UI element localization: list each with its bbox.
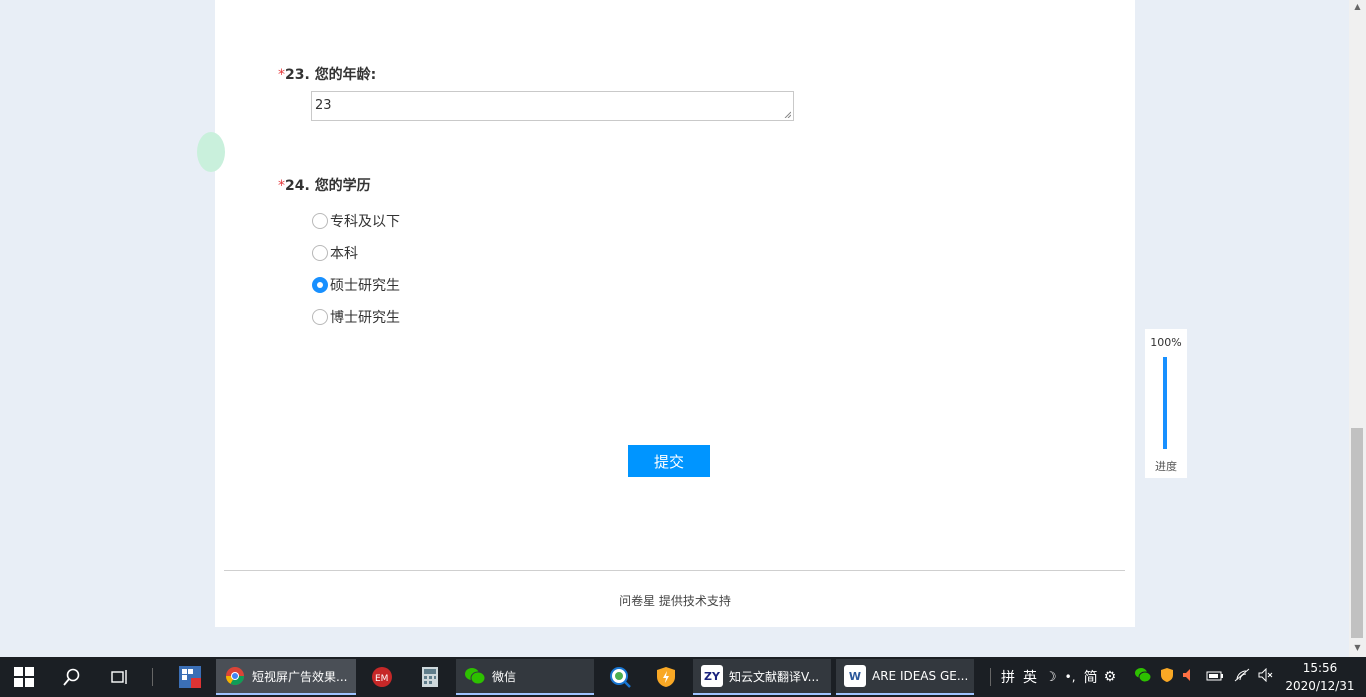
age-answer-field[interactable]: 23 [311,91,794,121]
windows-start-icon[interactable] [10,657,38,697]
clock-date: 2020/12/31 [1285,679,1355,693]
ime-language-indicator[interactable]: 英 [1023,667,1037,687]
question-24-title: *24. 您的学历 [278,175,371,195]
submit-button[interactable]: 提交 [628,445,710,477]
radio-button[interactable] [312,309,328,325]
floating-helper-bubble[interactable] [197,132,225,172]
radio-button-selected[interactable] [312,277,328,293]
resize-grip-icon[interactable] [784,111,791,118]
question-text: 您的学历 [314,178,371,194]
speaker-muted-icon[interactable] [1258,667,1274,686]
chrome-icon [224,665,246,687]
question-23-title: *23. 您的年龄: [278,64,376,84]
taskbar-app-label: ARE IDEAS GE... [872,669,969,683]
calculator-icon[interactable] [414,657,446,697]
gear-icon[interactable]: ⚙ [1104,669,1117,685]
battery-icon[interactable] [1206,669,1224,685]
shield-icon[interactable] [650,657,682,697]
zhiyun-icon: ZY [701,665,723,687]
volume-icon[interactable] [1182,668,1196,686]
wechat-tray-icon[interactable] [1134,667,1152,687]
progress-panel: 100% 进度 [1145,329,1187,478]
taskbar-app-label: 微信 [492,669,517,684]
page-scrollbar[interactable]: ▲ ▼ [1349,0,1366,657]
taskbar-app-label: 短视屏广告效果... [252,669,348,684]
footer-credit: 问卷星 提供技术支持 [619,594,731,608]
footer-divider [224,570,1125,571]
punctuation-icon[interactable]: •, [1065,670,1076,684]
magnifier-app-icon[interactable] [604,657,636,697]
education-option[interactable]: 专科及以下 [312,205,400,237]
progress-label: 进度 [1155,460,1177,473]
progress-percent: 100% [1150,336,1182,349]
search-icon[interactable] [58,657,86,697]
option-label: 本科 [330,246,358,262]
wifi-icon[interactable] [1234,668,1250,686]
required-mark: * [278,178,285,194]
calendar-app-icon[interactable] [174,657,206,697]
taskbar-divider [150,657,154,697]
question-number: 23. [285,67,310,83]
progress-track [1163,357,1167,449]
scrollbar-thumb[interactable] [1351,428,1363,638]
scroll-down-icon[interactable]: ▼ [1349,643,1366,652]
age-answer-value: 23 [315,98,332,113]
scroll-up-icon[interactable]: ▲ [1349,2,1366,11]
radio-button[interactable] [312,245,328,261]
education-option[interactable]: 本科 [312,237,400,269]
system-tray: 拼 英 ☽ •, 简 ⚙ [990,657,1274,697]
option-label: 硕士研究生 [330,278,400,294]
word-icon: W [844,665,866,687]
option-label: 专科及以下 [330,214,400,230]
taskbar-app-zhiyun[interactable]: ZY 知云文献翻译V... [693,659,831,695]
education-option[interactable]: 硕士研究生 [312,269,400,301]
security-tray-icon[interactable] [1160,667,1174,687]
tray-divider [990,668,991,686]
radio-button[interactable] [312,213,328,229]
wechat-icon [464,665,486,687]
option-label: 博士研究生 [330,310,400,326]
taskbar-app-wechat[interactable]: 微信 [456,659,594,695]
moon-icon[interactable]: ☽ [1045,670,1057,685]
education-options: 专科及以下 本科 硕士研究生 博士研究生 [312,205,400,333]
em-app-icon[interactable]: EM [366,657,398,697]
required-mark: * [278,67,285,83]
task-view-icon[interactable] [106,657,134,697]
svg-text:EM: EM [375,674,388,684]
question-text: 您的年龄: [314,67,377,83]
ime-mode-indicator[interactable]: 简 [1084,667,1098,687]
taskbar-app-label: 知云文献翻译V... [729,669,820,684]
education-option[interactable]: 博士研究生 [312,301,400,333]
system-clock[interactable]: 15:56 2020/12/31 [1280,659,1360,695]
clock-time: 15:56 [1302,661,1338,675]
taskbar: 短视屏广告效果... EM 微信 ZY 知云文献翻译V... W ARE IDE… [0,657,1366,697]
question-number: 24. [285,178,310,194]
survey-card: *23. 您的年龄: 23 *24. 您的学历 专科及以下 本科 硕士研究生 博… [197,0,1135,627]
taskbar-app-chrome[interactable]: 短视屏广告效果... [216,659,356,695]
ime-layout-indicator[interactable]: 拼 [1001,667,1015,687]
taskbar-app-word[interactable]: W ARE IDEAS GE... [836,659,974,695]
progress-fill [1163,357,1167,449]
